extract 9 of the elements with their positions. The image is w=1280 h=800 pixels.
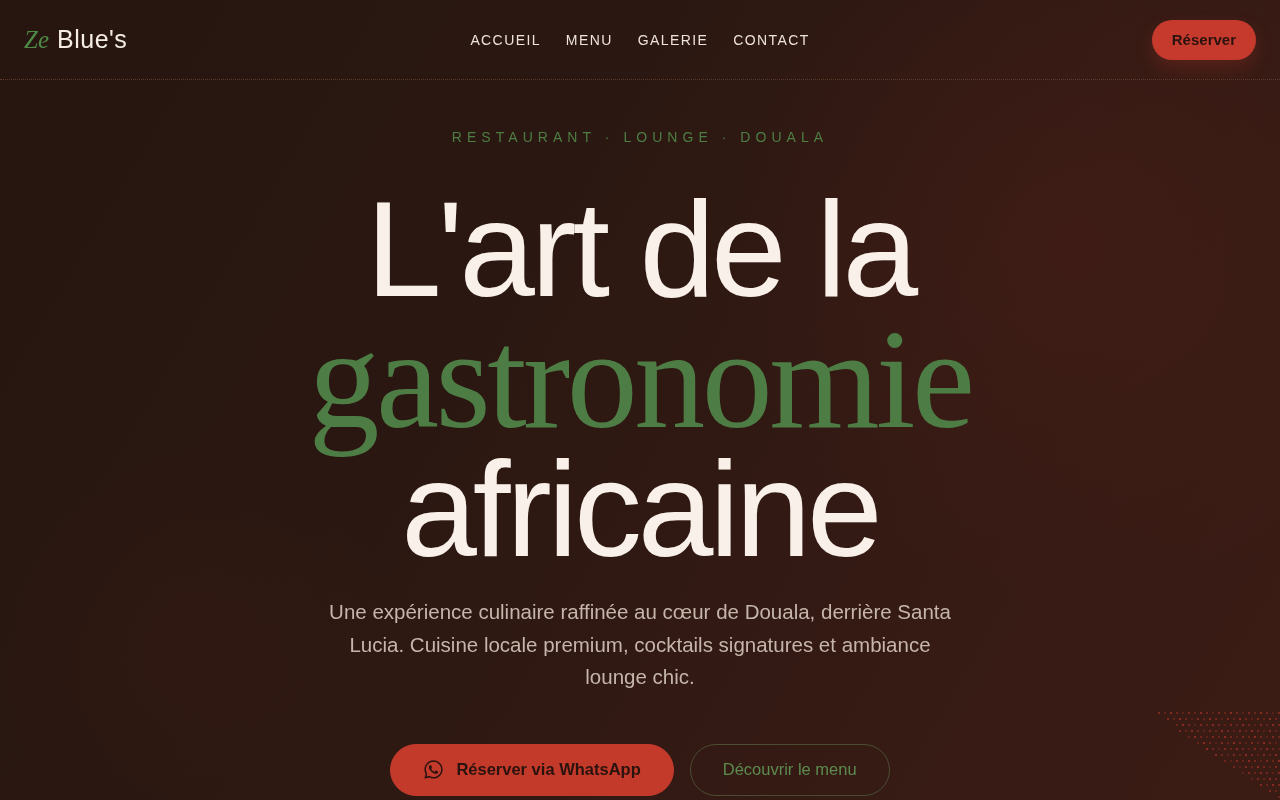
hero-description: Une expérience culinaire raffinée au cœur de Douala, derrière Santa Lucia. Cuisine locale premium, cocktails signatures et ambiance lounge chic. (328, 599, 952, 690)
hero-headline: L'art de la gastronomie africaine (308, 184, 972, 574)
whatsapp-icon (423, 759, 445, 780)
logo-link[interactable]: Ze Blue's (24, 25, 128, 54)
hero-eyebrow: RESTAURANT · LOUNGE · DOUALA (451, 128, 829, 146)
nav-link[interactable]: ACCUEIL (470, 31, 541, 48)
nav-link[interactable]: CONTACT (733, 31, 810, 48)
nav-link[interactable]: GALERIE (637, 31, 709, 48)
nav-link[interactable]: MENU (565, 31, 613, 48)
